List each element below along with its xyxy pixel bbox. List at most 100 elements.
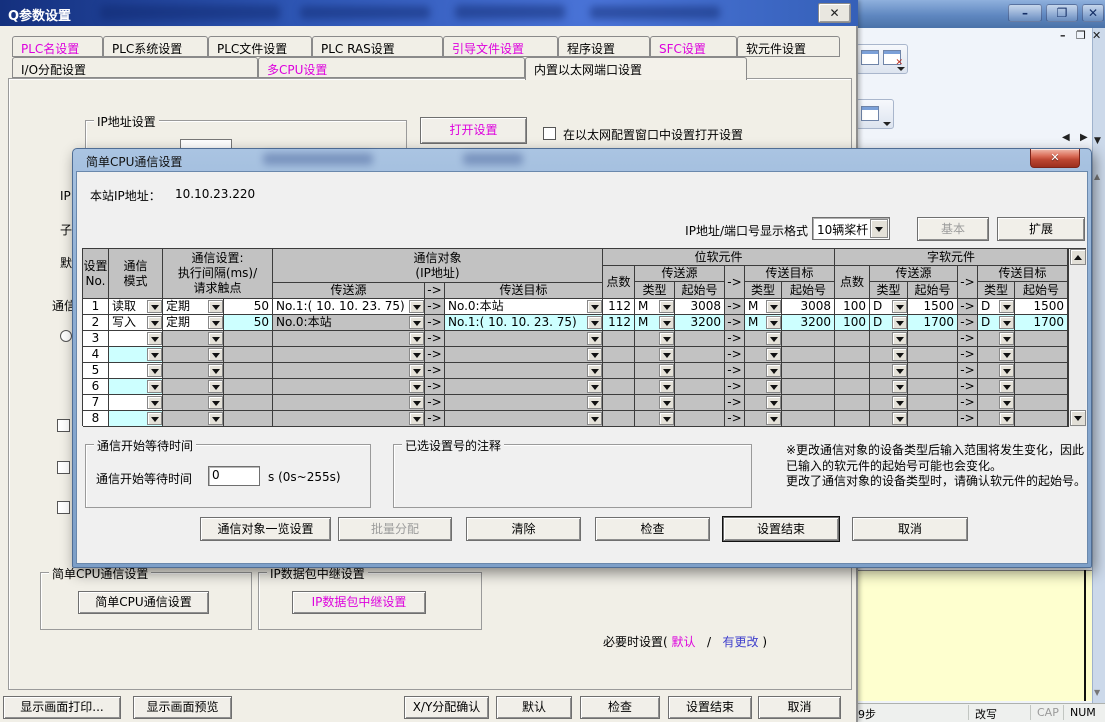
left-radio-fragment[interactable] [60, 330, 72, 342]
app-minimize-button[interactable]: – [1008, 4, 1042, 22]
window-close-tool-icon[interactable] [883, 50, 901, 65]
table-cell[interactable]: -> [725, 411, 745, 427]
table-cell[interactable] [603, 379, 635, 395]
open-settings-button[interactable]: 打开设置 [420, 117, 527, 144]
cell-dropdown-button[interactable] [147, 300, 162, 313]
cell-dropdown-button[interactable] [999, 300, 1014, 313]
cell-dropdown-button[interactable] [766, 332, 781, 345]
table-cell[interactable]: 100 [835, 315, 870, 331]
table-cell[interactable] [109, 411, 163, 427]
cell-dropdown-button[interactable] [892, 316, 907, 329]
table-cell[interactable]: 112 [603, 299, 635, 315]
default-button[interactable]: 默认 [496, 696, 572, 719]
table-cell[interactable]: 1500 [1015, 299, 1068, 315]
clear-button[interactable]: 清除 [466, 517, 581, 541]
table-cell[interactable] [835, 347, 870, 363]
table-cell[interactable] [635, 363, 675, 379]
cell-dropdown-button[interactable] [409, 412, 424, 425]
cell-dropdown-button[interactable] [999, 364, 1014, 377]
table-cell[interactable]: 3008 [675, 299, 725, 315]
table-cell[interactable] [224, 395, 273, 411]
table-cell[interactable] [163, 379, 224, 395]
table-cell[interactable]: 6 [83, 379, 109, 395]
table-cell[interactable]: 读取 [109, 299, 163, 315]
cell-dropdown-button[interactable] [409, 364, 424, 377]
table-cell[interactable] [908, 347, 958, 363]
table-cell[interactable]: -> [425, 347, 445, 363]
table-scroll-up-button[interactable] [1070, 249, 1086, 265]
cell-dropdown-button[interactable] [587, 332, 602, 345]
cell-dropdown-button[interactable] [892, 348, 907, 361]
q-dialog-close-button[interactable]: ✕ [818, 3, 851, 23]
cell-dropdown-button[interactable] [587, 364, 602, 377]
cell-dropdown-button[interactable] [999, 380, 1014, 393]
cell-dropdown-button[interactable] [766, 396, 781, 409]
scroll-up-icon[interactable]: ▲ [1094, 172, 1100, 181]
table-cell[interactable] [224, 347, 273, 363]
table-cell[interactable] [908, 363, 958, 379]
dropdown-arrow-icon[interactable] [870, 219, 888, 238]
tab-0-tabs-row1[interactable]: PLC名设置 [12, 36, 103, 57]
cell-dropdown-button[interactable] [659, 300, 674, 313]
table-cell[interactable]: M [635, 299, 675, 315]
table-cell[interactable]: -> [425, 411, 445, 427]
changed-link[interactable]: 有更改 [723, 635, 759, 649]
table-cell[interactable]: -> [725, 331, 745, 347]
table-cell[interactable]: 2 [83, 315, 109, 331]
cell-dropdown-button[interactable] [208, 316, 223, 329]
table-cell[interactable]: D [978, 315, 1015, 331]
nav-left-icon[interactable]: ◀ [1062, 132, 1070, 143]
table-cell[interactable] [782, 363, 835, 379]
table-cell[interactable] [109, 379, 163, 395]
table-cell[interactable] [445, 363, 603, 379]
table-cell[interactable] [978, 379, 1015, 395]
simple-cpu-settings-button[interactable]: 简单CPU通信设置 [78, 591, 209, 614]
table-cell[interactable] [273, 379, 425, 395]
table-cell[interactable] [745, 347, 782, 363]
table-cell[interactable]: M [745, 299, 782, 315]
mdi-restore-icon[interactable]: ❐ [1076, 29, 1086, 42]
table-cell[interactable]: -> [725, 315, 745, 331]
cell-dropdown-button[interactable] [587, 396, 602, 409]
cell-dropdown-button[interactable] [208, 300, 223, 313]
window-icon[interactable] [861, 50, 879, 65]
table-cell[interactable]: 50 [224, 315, 273, 331]
table-cell[interactable]: -> [958, 299, 978, 315]
cell-dropdown-button[interactable] [892, 300, 907, 313]
table-cell[interactable] [635, 379, 675, 395]
table-cell[interactable]: -> [425, 363, 445, 379]
table-cell[interactable]: -> [958, 331, 978, 347]
toolbar-overflow-icon[interactable] [897, 67, 905, 71]
table-cell[interactable]: 3 [83, 331, 109, 347]
cell-dropdown-button[interactable] [208, 396, 223, 409]
table-cell[interactable]: 1700 [1015, 315, 1068, 331]
table-cell[interactable]: 5 [83, 363, 109, 379]
nav-right-icon[interactable]: ▶ [1080, 132, 1088, 143]
table-cell[interactable] [163, 411, 224, 427]
tab-0-tabs-row2[interactable]: I/O分配设置 [12, 57, 258, 78]
table-cell[interactable] [675, 363, 725, 379]
scroll-down-icon[interactable]: ▼ [1094, 688, 1100, 697]
check-button[interactable]: 检查 [595, 517, 710, 541]
table-cell[interactable] [224, 411, 273, 427]
default-link[interactable]: 默认 [672, 635, 696, 649]
table-cell[interactable] [908, 395, 958, 411]
table-cell[interactable] [635, 395, 675, 411]
table-cell[interactable]: No.0:本站 [273, 315, 425, 331]
cell-dropdown-button[interactable] [587, 316, 602, 329]
table-cell[interactable] [273, 363, 425, 379]
cell-dropdown-button[interactable] [409, 396, 424, 409]
cell-dropdown-button[interactable] [892, 364, 907, 377]
tab-6-tabs-row1[interactable]: SFC设置 [650, 36, 737, 57]
table-cell[interactable] [1015, 395, 1068, 411]
table-cell[interactable]: -> [958, 411, 978, 427]
cell-dropdown-button[interactable] [208, 332, 223, 345]
table-cell[interactable]: -> [958, 347, 978, 363]
cell-dropdown-button[interactable] [587, 300, 602, 313]
cell-dropdown-button[interactable] [147, 380, 162, 393]
table-cell[interactable] [675, 347, 725, 363]
left-checkbox-fragment[interactable] [57, 461, 70, 474]
left-checkbox-fragment[interactable] [57, 419, 70, 432]
cell-dropdown-button[interactable] [147, 316, 162, 329]
table-cell[interactable] [782, 331, 835, 347]
